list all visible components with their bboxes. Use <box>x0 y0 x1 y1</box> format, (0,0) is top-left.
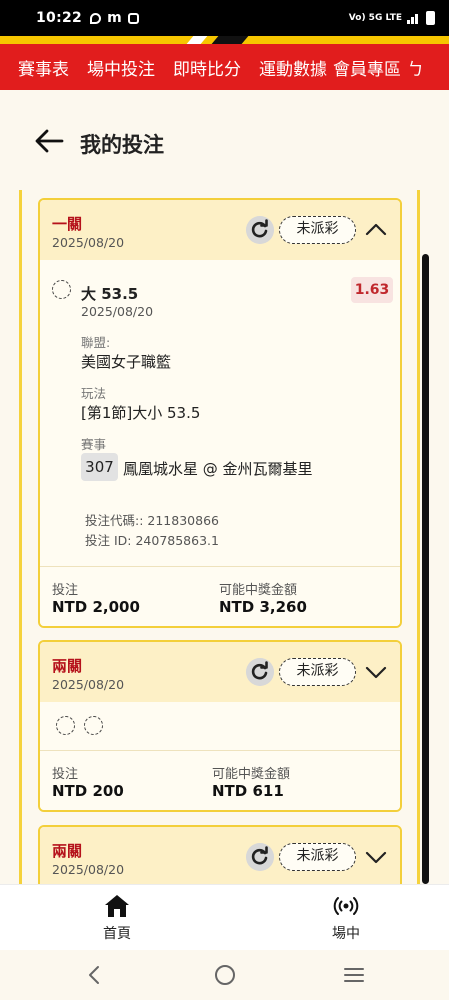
refresh-icon[interactable] <box>246 843 274 871</box>
chevron-up-icon[interactable] <box>364 218 388 242</box>
stake-amount: NTD 200 <box>52 782 124 800</box>
bottom-nav: 首頁 場中 <box>0 884 449 950</box>
bet-card-footer: 投注 NTD 200 可能中獎金額 NTD 611 <box>40 750 400 810</box>
nav-schedule[interactable]: 賽事表 <box>18 55 69 80</box>
app-icon <box>127 12 139 24</box>
scrollbar[interactable] <box>422 254 429 884</box>
payout-amount: NTD 3,260 <box>219 598 307 616</box>
signal-icon <box>407 14 418 24</box>
battery-icon <box>426 11 435 25</box>
nav-live[interactable]: 場中 <box>296 885 396 951</box>
bet-card: 一關 2025/08/20 未派彩 大 53.5 1.63 2025/08/20… <box>38 198 402 628</box>
nav-member-area[interactable]: 會員專區 <box>333 55 401 80</box>
stake-amount: NTD 2,000 <box>52 598 140 616</box>
system-status: Vo) 5G LTE <box>349 11 435 25</box>
bet-date: 2025/08/20 <box>52 862 125 877</box>
selection-status-icon <box>84 716 103 735</box>
broadcast-icon <box>333 897 359 915</box>
odds-badge: 1.63 <box>351 277 393 303</box>
nav-live-scores[interactable]: 即時比分 <box>173 55 241 80</box>
notification-icons: m <box>90 10 139 26</box>
event-name: 鳳凰城水星 @ 金州瓦爾基里 <box>123 460 313 478</box>
payout-label: 可能中獎金額 <box>219 583 298 598</box>
nav-more[interactable]: ㄅ <box>407 55 424 80</box>
chevron-down-icon[interactable] <box>364 845 388 869</box>
selection-details: 大 53.5 1.63 2025/08/20 聯盟: 美國女子職籃 玩法 [第1… <box>40 260 400 566</box>
nav-live-label: 場中 <box>332 926 360 942</box>
system-nav-bar <box>0 950 449 1000</box>
selection-date: 2025/08/20 <box>81 304 154 319</box>
bet-date: 2025/08/20 <box>52 235 125 250</box>
status-badge: 未派彩 <box>279 843 356 871</box>
chat-icon <box>90 12 102 24</box>
left-accent-line <box>19 190 22 884</box>
refresh-icon[interactable] <box>246 216 274 244</box>
bet-card: 兩關 2025/08/20 未派彩 <box>38 825 402 884</box>
league-label: 聯盟: <box>81 335 111 350</box>
payout-amount: NTD 611 <box>212 782 284 800</box>
bet-list[interactable]: 一關 2025/08/20 未派彩 大 53.5 1.63 2025/08/20… <box>0 190 449 884</box>
event-label: 賽事 <box>81 437 107 452</box>
bet-type: 兩關 <box>52 842 83 860</box>
selection-summary <box>40 702 400 750</box>
bet-card-header[interactable]: 兩關 2025/08/20 未派彩 <box>40 642 400 702</box>
bet-code: 投注代碼:: 211830866 <box>85 513 219 528</box>
bet-id: 投注 ID: 240785863.1 <box>85 533 219 548</box>
mcdonalds-icon: m <box>107 10 122 26</box>
status-badge: 未派彩 <box>279 216 356 244</box>
stake-label: 投注 <box>52 583 79 598</box>
nav-live-betting[interactable]: 場中投注 <box>87 55 155 80</box>
nav-home[interactable]: 首頁 <box>67 885 167 951</box>
bet-card-header[interactable]: 一關 2025/08/20 未派彩 <box>40 200 400 260</box>
bet-card-footer: 投注 NTD 2,000 可能中獎金額 NTD 3,260 <box>40 566 400 626</box>
back-icon[interactable] <box>83 963 107 987</box>
league-value: 美國女子職籃 <box>81 353 172 371</box>
nav-home-label: 首頁 <box>103 926 131 942</box>
event-number: 307 <box>81 453 118 481</box>
nav-sports-data[interactable]: 運動數據 <box>259 55 327 80</box>
stake-label: 投注 <box>52 767 79 782</box>
bet-date: 2025/08/20 <box>52 677 125 692</box>
bet-card-header[interactable]: 兩關 2025/08/20 未派彩 <box>40 827 400 884</box>
status-bar: 10:22 m Vo) 5G LTE <box>0 0 449 36</box>
back-arrow-icon[interactable] <box>34 128 64 154</box>
page-title: 我的投注 <box>80 133 164 157</box>
network-label: Vo) 5G LTE <box>348 13 402 23</box>
bet-type: 兩關 <box>52 657 83 675</box>
chevron-down-icon[interactable] <box>364 660 388 684</box>
recent-apps-icon[interactable] <box>342 963 366 987</box>
page-header: 我的投注 <box>0 90 449 190</box>
bet-type: 一關 <box>52 215 83 233</box>
play-value: [第1節]大小 53.5 <box>81 404 201 422</box>
play-label: 玩法 <box>81 386 107 401</box>
selection-status-icon <box>56 716 75 735</box>
brand-stripe <box>0 36 449 44</box>
status-badge: 未派彩 <box>279 658 356 686</box>
bet-card: 兩關 2025/08/20 未派彩 投注 NTD 200 可能中獎金額 NTD … <box>38 640 402 812</box>
top-nav: 賽事表 場中投注 即時比分 運動數據 會員專區 ㄅ <box>0 44 449 90</box>
selection-name: 大 53.5 <box>81 285 139 303</box>
home-icon <box>105 895 129 917</box>
home-circle-icon[interactable] <box>213 963 237 987</box>
clock: 10:22 <box>36 10 83 26</box>
right-accent-line <box>417 190 420 884</box>
selection-status-icon <box>52 280 71 299</box>
payout-label: 可能中獎金額 <box>212 767 291 782</box>
refresh-icon[interactable] <box>246 658 274 686</box>
